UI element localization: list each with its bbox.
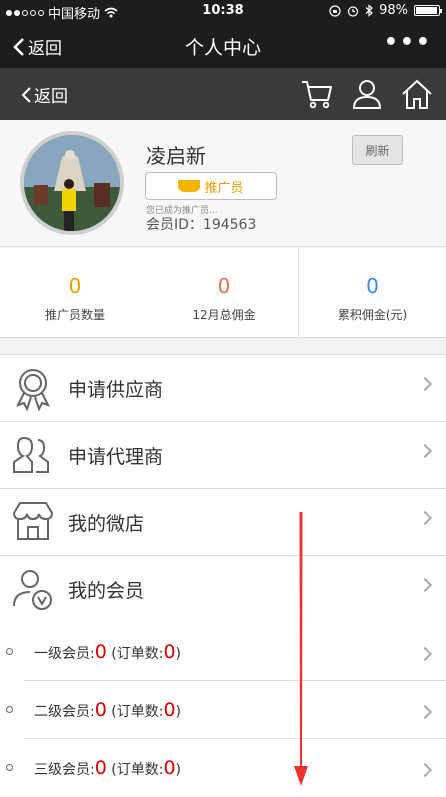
bullet-icon [6, 648, 13, 655]
chevron-right-icon [417, 646, 433, 662]
member-id: 会员ID：194563 [146, 217, 257, 233]
sub-nav-bar: 返回 [0, 68, 446, 120]
member-count: 0 [94, 699, 107, 721]
home-icon[interactable] [400, 77, 434, 111]
nav-back-label: 返回 [28, 39, 62, 59]
stats-panel: 0 推广员数量 0 12月总佣金 0 累积佣金(元) [0, 248, 446, 338]
chevron-right-icon [417, 510, 433, 526]
status-bar: 中国移动 10:38 98% [0, 0, 446, 22]
chevron-right-icon [417, 704, 433, 720]
stat-value: 0 [366, 274, 379, 298]
trophy-icon [178, 180, 201, 192]
stat-label: 推广员数量 [44, 308, 105, 322]
member-level-2[interactable]: 二级会员:0 (订单数:0) [0, 681, 446, 739]
stat-monthly-commission[interactable]: 0 12月总佣金 [150, 248, 298, 338]
menu-item-label: 申请代理商 [68, 446, 164, 468]
bullet-icon [6, 706, 13, 713]
stat-label: 累积佣金(元) [337, 308, 408, 322]
menu-item-label: 申请供应商 [68, 379, 164, 401]
page-title: 个人中心 [184, 37, 261, 59]
profile-card: 凌启新 推广员 您已成为推广员... 会员ID：194563 刷新 [0, 120, 446, 247]
cart-icon[interactable] [300, 77, 334, 111]
nav-bar: 返回 个人中心 ••• [0, 22, 446, 68]
orders-close: ) [175, 646, 182, 662]
stat-promoter-count[interactable]: 0 推广员数量 [0, 248, 150, 338]
chevron-right-icon [417, 376, 433, 392]
orders-label: (订单数: [106, 762, 164, 778]
alarm-icon [347, 5, 359, 17]
member-count: 0 [94, 757, 107, 779]
bluetooth-icon [365, 4, 374, 17]
member-icon [13, 570, 52, 610]
stat-total-commission[interactable]: 0 累积佣金(元) [299, 248, 446, 338]
chevron-left-icon [21, 86, 31, 103]
lock-rotation-icon [329, 4, 341, 17]
chevron-right-icon [417, 443, 433, 459]
award-icon [16, 369, 50, 411]
shop-icon [12, 502, 54, 540]
menu-list: 申请供应商 申请代理商 我的微店 我的会员 一级会员:0 (订单数:0) 二级会… [0, 354, 446, 797]
nav-back-button[interactable]: 返回 [12, 34, 62, 59]
menu-item-my-members[interactable]: 我的会员 [0, 556, 446, 623]
menu-item-apply-agent[interactable]: 申请代理商 [0, 422, 446, 489]
stat-value: 0 [217, 274, 231, 298]
order-count: 0 [163, 757, 176, 779]
battery-percent: 98% [379, 3, 408, 18]
stat-value: 0 [68, 274, 82, 298]
avatar[interactable] [20, 131, 124, 235]
stat-label: 12月总佣金 [192, 308, 256, 322]
orders-close: ) [175, 762, 182, 778]
chevron-right-icon [417, 762, 433, 778]
orders-label: (订单数: [106, 704, 164, 720]
chevron-left-icon [13, 37, 24, 56]
promoter-badge: 推广员 [145, 172, 277, 200]
member-level-label: 二级会员: [34, 704, 95, 720]
member-level-1[interactable]: 一级会员:0 (订单数:0) [0, 623, 446, 681]
member-level-label: 三级会员: [34, 762, 95, 778]
orders-close: ) [175, 704, 182, 720]
chevron-right-icon [417, 577, 433, 593]
menu-item-apply-supplier[interactable]: 申请供应商 [0, 355, 446, 422]
promoter-badge-label: 推广员 [204, 180, 244, 196]
user-name: 凌启新 [146, 144, 206, 168]
order-count: 0 [163, 699, 176, 721]
users-icon [13, 436, 49, 473]
menu-item-label: 我的会员 [68, 580, 145, 602]
refresh-button[interactable]: 刷新 [352, 135, 403, 165]
bullet-icon [6, 764, 13, 771]
more-menu-button[interactable]: ••• [384, 30, 432, 55]
user-icon[interactable] [350, 77, 384, 111]
avatar-photo [24, 135, 120, 231]
orders-label: (订单数: [106, 646, 164, 662]
sub-back-label: 返回 [34, 87, 68, 107]
member-count: 0 [94, 641, 107, 663]
sub-back-button[interactable]: 返回 [20, 82, 68, 107]
member-level-label: 一级会员: [34, 646, 95, 662]
member-level-3[interactable]: 三级会员:0 (订单数:0) [0, 739, 446, 797]
menu-item-label: 我的微店 [68, 513, 145, 535]
order-count: 0 [163, 641, 176, 663]
menu-item-my-shop[interactable]: 我的微店 [0, 489, 446, 556]
battery-icon [414, 5, 442, 16]
